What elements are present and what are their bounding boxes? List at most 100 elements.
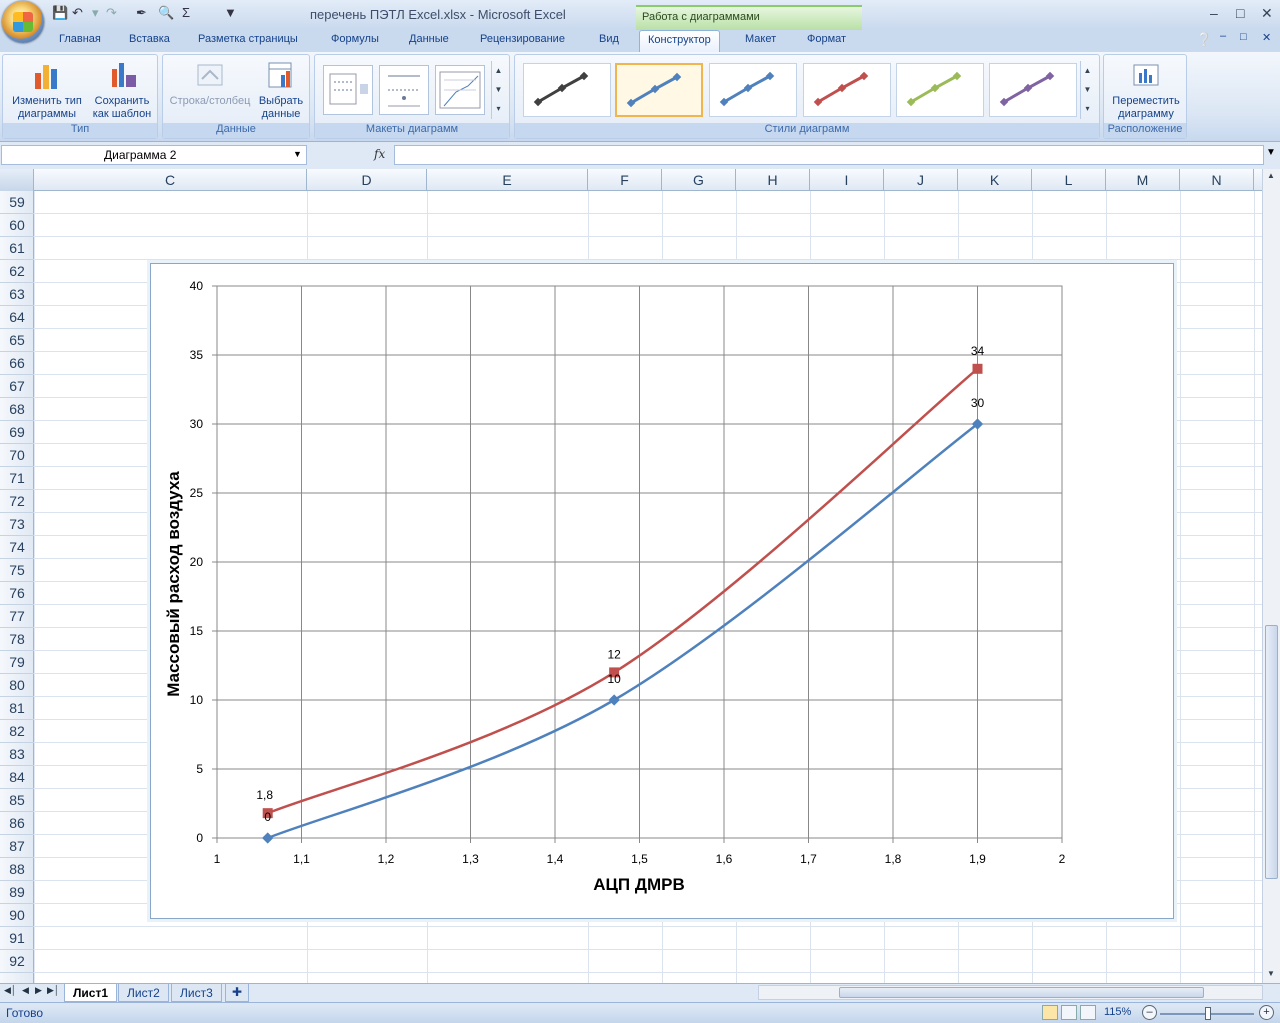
chart-style-6[interactable] [989, 63, 1077, 117]
undo-dropdown-icon[interactable]: ▾ [92, 5, 99, 23]
normal-view-button[interactable] [1042, 1005, 1058, 1020]
tab-page-layout[interactable]: Разметка страницы [198, 33, 298, 45]
row-header-61[interactable]: 61 [0, 237, 34, 260]
column-header-c[interactable]: C [34, 169, 307, 191]
tab-data[interactable]: Данные [409, 33, 449, 45]
select-data-button[interactable]: Выбрать данные [255, 59, 307, 121]
horizontal-scroll-thumb[interactable] [839, 987, 1204, 998]
change-chart-type-button[interactable]: Изменить тип диаграммы [7, 59, 87, 121]
row-header-76[interactable]: 76 [0, 582, 34, 605]
column-header-i[interactable]: I [810, 169, 884, 191]
row-header-79[interactable]: 79 [0, 651, 34, 674]
page-break-view-button[interactable] [1080, 1005, 1096, 1020]
x-axis-title[interactable]: АЦП ДМРВ [593, 875, 685, 894]
row-header-86[interactable]: 86 [0, 812, 34, 835]
print-preview-icon[interactable]: 🔍 [158, 5, 174, 23]
close-icon[interactable]: ✕ [1261, 5, 1273, 22]
row-header-91[interactable]: 91 [0, 927, 34, 950]
column-header-e[interactable]: E [427, 169, 588, 191]
column-header-d[interactable]: D [307, 169, 427, 191]
office-button[interactable] [2, 1, 44, 43]
save-icon[interactable]: 💾 [52, 5, 68, 23]
customize-qat-icon[interactable]: ▼ [224, 5, 237, 23]
column-header-h[interactable]: H [736, 169, 810, 191]
row-header-70[interactable]: 70 [0, 444, 34, 467]
column-header-g[interactable]: G [662, 169, 736, 191]
row-header-90[interactable]: 90 [0, 904, 34, 927]
row-header-60[interactable]: 60 [0, 214, 34, 237]
restore-icon[interactable]: □ [1236, 5, 1244, 21]
name-box[interactable]: Диаграмма 2 [1, 145, 307, 165]
column-header-f[interactable]: F [588, 169, 662, 191]
tab-format[interactable]: Формат [807, 33, 846, 45]
insert-sheet-button[interactable]: ✚ [225, 984, 250, 1002]
save-as-template-button[interactable]: Сохранить как шаблон [87, 59, 157, 121]
column-header-j[interactable]: J [884, 169, 958, 191]
chart-style-1[interactable] [523, 63, 611, 117]
row-header-68[interactable]: 68 [0, 398, 34, 421]
switch-row-column-button[interactable]: Строка/столбец [165, 59, 255, 108]
ribbon-restore-icon[interactable]: □ [1240, 31, 1247, 43]
row-header-69[interactable]: 69 [0, 421, 34, 444]
horizontal-scrollbar[interactable] [758, 985, 1263, 1000]
row-header-85[interactable]: 85 [0, 789, 34, 812]
insert-function-button[interactable]: fx [374, 147, 385, 161]
scroll-down-icon[interactable]: ▼ [1267, 969, 1275, 978]
chart-style-2[interactable] [615, 63, 703, 117]
column-header-l[interactable]: L [1032, 169, 1106, 191]
zoom-slider-thumb[interactable] [1205, 1007, 1211, 1020]
row-header-64[interactable]: 64 [0, 306, 34, 329]
row-header-83[interactable]: 83 [0, 743, 34, 766]
tab-home[interactable]: Главная [59, 33, 101, 45]
row-header-75[interactable]: 75 [0, 559, 34, 582]
sheet-tab-3[interactable]: Лист3 [171, 984, 222, 1002]
row-header-72[interactable]: 72 [0, 490, 34, 513]
row-header-92[interactable]: 92 [0, 950, 34, 973]
vertical-scrollbar[interactable]: ▲ ▼ [1262, 169, 1280, 983]
column-header-n[interactable]: N [1180, 169, 1254, 191]
row-header-80[interactable]: 80 [0, 674, 34, 697]
formula-input[interactable] [394, 145, 1264, 165]
row-header-88[interactable]: 88 [0, 858, 34, 881]
ribbon-close-icon[interactable]: ✕ [1262, 31, 1271, 44]
row-header-66[interactable]: 66 [0, 352, 34, 375]
row-header-77[interactable]: 77 [0, 605, 34, 628]
y-axis-title[interactable]: Массовый расход воздуха [164, 471, 183, 697]
chart-layout-2[interactable] [379, 65, 429, 115]
undo-icon[interactable]: ↶ [72, 5, 83, 23]
layouts-scroll[interactable]: ▲ ▼ ▾ [491, 61, 505, 119]
format-painter-icon[interactable]: ✒ [136, 5, 147, 23]
row-header-89[interactable]: 89 [0, 881, 34, 904]
page-layout-view-button[interactable] [1061, 1005, 1077, 1020]
column-header-m[interactable]: M [1106, 169, 1180, 191]
chart-layout-3[interactable] [435, 65, 485, 115]
row-header-67[interactable]: 67 [0, 375, 34, 398]
redo-icon[interactable]: ↷ [106, 5, 117, 23]
row-header-73[interactable]: 73 [0, 513, 34, 536]
row-header-65[interactable]: 65 [0, 329, 34, 352]
zoom-in-button[interactable]: + [1259, 1005, 1274, 1020]
row-header-78[interactable]: 78 [0, 628, 34, 651]
chart-layout-1[interactable] [323, 65, 373, 115]
row-header-82[interactable]: 82 [0, 720, 34, 743]
chart-object[interactable]: 1 1,1 1,2 1,3 1,4 1,5 1,6 1,7 1,8 1,9 2 0 5 10 15 20 25 3… [150, 263, 1174, 919]
tab-review[interactable]: Рецензирование [480, 33, 565, 45]
chart-style-4[interactable] [803, 63, 891, 117]
row-header-74[interactable]: 74 [0, 536, 34, 559]
expand-formula-bar-icon[interactable]: ▼ [1266, 147, 1276, 158]
row-header-71[interactable]: 71 [0, 467, 34, 490]
scroll-up-icon[interactable]: ▲ [1267, 171, 1275, 180]
prev-sheet-icon[interactable]: ◀ [22, 985, 29, 996]
ribbon-minimize-icon[interactable]: – [1220, 30, 1226, 42]
last-sheet-icon[interactable]: ▶│ [47, 985, 60, 996]
tab-insert[interactable]: Вставка [129, 33, 170, 45]
name-box-dropdown-icon[interactable]: ▼ [293, 149, 302, 159]
move-chart-button[interactable]: Переместить диаграмму [1106, 59, 1186, 121]
vertical-scroll-thumb[interactable] [1265, 625, 1278, 879]
row-header-59[interactable]: 59 [0, 191, 34, 214]
sheet-tab-2[interactable]: Лист2 [118, 984, 169, 1002]
row-header-87[interactable]: 87 [0, 835, 34, 858]
row-header-62[interactable]: 62 [0, 260, 34, 283]
help-icon[interactable]: ❔ [1196, 32, 1212, 48]
tab-view[interactable]: Вид [599, 33, 619, 45]
